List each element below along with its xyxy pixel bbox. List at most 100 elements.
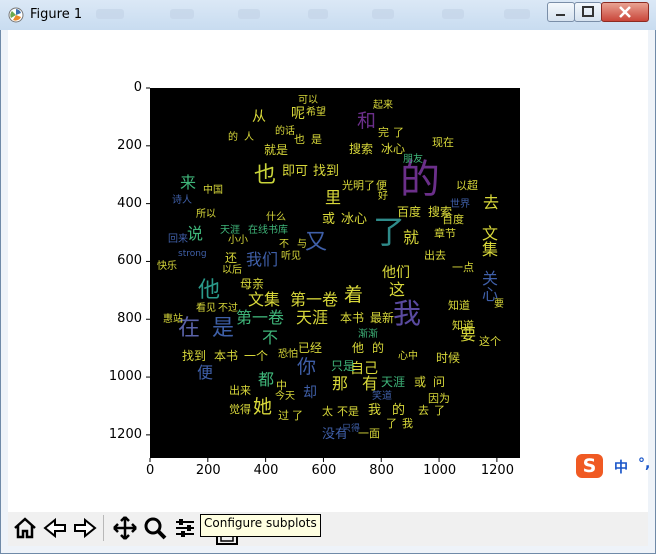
wordcloud-word: 渐渐 — [358, 329, 378, 340]
wordcloud-word: 出来 — [229, 384, 251, 397]
wordcloud-word: 今天 — [275, 391, 295, 402]
wordcloud-word: 可以 — [298, 95, 318, 106]
wordcloud-word: 太 — [322, 405, 333, 418]
wordcloud-word: 第一卷 — [290, 290, 339, 309]
wordcloud-word: 我 — [368, 403, 382, 418]
wordcloud-word: 了 — [434, 404, 445, 417]
wordcloud-word: 又 — [305, 230, 328, 255]
sliders-icon — [176, 519, 194, 537]
wordcloud-word: 不 — [279, 239, 289, 250]
wordcloud-word: 所以 — [196, 209, 216, 220]
wordcloud-word: 搜索 — [349, 142, 374, 156]
forward-arrow-icon — [74, 517, 97, 539]
wordcloud-word: 从 — [252, 109, 266, 125]
wordcloud-word: 笑道 — [372, 391, 392, 402]
wordcloud-word: 就是 — [264, 143, 289, 157]
wordcloud-word: 不过 — [218, 303, 238, 314]
wordcloud-word: 这 — [389, 280, 406, 299]
wordcloud-word: 恐怕 — [278, 349, 298, 360]
wordcloud-word: 和 — [357, 110, 377, 132]
wordcloud-word: 一个 — [244, 349, 269, 363]
wordcloud-word: 就 — [403, 228, 420, 247]
wordcloud-word: 天涯 — [296, 308, 329, 327]
wordcloud-word: 本书 — [214, 349, 239, 363]
wordcloud-word: 去 — [483, 193, 500, 212]
wordcloud-word: 时候 — [436, 351, 461, 365]
wordcloud-word: 百度 — [397, 205, 422, 219]
wordcloud-word: 便 — [197, 363, 214, 382]
sogou-logo-icon: S — [576, 454, 603, 478]
wordcloud-word: 我们 — [246, 250, 279, 269]
wordcloud-word: 好 — [378, 191, 388, 202]
wordcloud-word: 过 — [278, 409, 289, 422]
tooltip: Configure subplots — [200, 514, 321, 537]
wordcloud-word: 找到 — [182, 349, 207, 363]
wordcloud-word: 有 — [362, 374, 379, 393]
wordcloud-word: 了 — [393, 126, 404, 139]
wordcloud-word: 的 — [392, 403, 406, 418]
configure-subplots-button[interactable] — [171, 514, 199, 542]
wordcloud-word: 也 — [254, 163, 277, 188]
wordcloud-word: 了 — [373, 213, 406, 251]
wordcloud-word: 的话 — [275, 126, 295, 137]
wordcloud-word: 或 — [322, 212, 336, 227]
ime-mode: 中 — [614, 460, 628, 476]
wordcloud-word: 章节 — [434, 227, 456, 240]
home-button[interactable] — [11, 514, 39, 542]
wordcloud-word: 的 — [228, 132, 238, 143]
wordcloud-word: 本书 — [340, 311, 365, 325]
wordcloud-word: 里 — [325, 188, 342, 207]
wordcloud-word: 的 — [400, 157, 440, 203]
wordcloud-word: 关心 — [479, 270, 498, 302]
wordcloud-word: 那 — [332, 374, 349, 393]
wordcloud-word: 知道 — [448, 299, 470, 312]
wordcloud-word: 着 — [344, 284, 364, 306]
wordcloud-word: 希望 — [306, 107, 326, 118]
wordcloud-word: 最新 — [370, 311, 395, 325]
wordcloud-word: 不 — [262, 328, 279, 347]
wordcloud-word: 已经 — [298, 341, 323, 355]
wordcloud-word: 你 — [297, 356, 317, 378]
wordcloud-word: 了 — [386, 417, 397, 430]
wordcloud-word: 便 — [376, 179, 387, 192]
wordcloud-word: 冰心 — [381, 142, 406, 156]
wordcloud-word: 心中 — [398, 351, 418, 362]
forward-button[interactable] — [71, 514, 99, 542]
wordcloud-word: 什么 — [266, 212, 286, 223]
wordcloud-word: 起来 — [373, 100, 393, 111]
wordcloud-word: 是 — [311, 133, 322, 146]
wordcloud-image[interactable]: 的了我也又他在是着你她和来说就去这便有那都里不要却从呢文集 第一卷 第一卷 天涯 我们他… — [150, 88, 520, 458]
navigation-toolbar — [8, 512, 648, 546]
wordcloud-word: 一点 — [452, 261, 474, 274]
wordcloud-word: 她 — [253, 396, 273, 418]
wordcloud-word: 一面 — [358, 427, 380, 440]
wordcloud-word: 母亲 — [240, 277, 265, 291]
wordcloud-word: 去 — [418, 404, 429, 417]
wordcloud-word: 天涯 — [381, 375, 406, 389]
wordcloud-word: 现在 — [432, 136, 454, 149]
wordcloud-word: 惠站 — [163, 314, 183, 325]
wordcloud-word: 因为 — [428, 392, 450, 405]
ime-indicator[interactable]: S 中 °, — [576, 452, 656, 480]
wordcloud-word: 这个 — [479, 335, 501, 348]
back-button[interactable] — [41, 514, 69, 542]
wordcloud-word: 文集 — [248, 290, 281, 309]
home-icon — [14, 517, 36, 539]
wordcloud-word: 即可 — [282, 164, 309, 179]
wordcloud-word: 问 — [433, 375, 446, 389]
zoom-button[interactable] — [141, 514, 169, 542]
wordcloud-word: 说 — [187, 224, 204, 243]
wordcloud-word: 只是 — [331, 359, 356, 373]
wordcloud-word: 天涯 — [220, 225, 240, 236]
wordcloud-word: 或 — [414, 375, 427, 389]
wordcloud-word: 光明 — [342, 179, 364, 192]
wordcloud-word: 他 — [352, 341, 365, 355]
wordcloud-word: 的 — [372, 341, 385, 355]
wordcloud-word: 诗人 — [172, 195, 192, 206]
wordcloud-word: 快乐 — [157, 261, 177, 272]
wordcloud-word: 我 — [393, 297, 422, 330]
wordcloud-word: 却 — [303, 385, 317, 401]
wordcloud-word: 小小 — [228, 235, 248, 246]
pan-button[interactable] — [111, 514, 139, 542]
wordcloud-word: 朋友 — [403, 154, 423, 165]
